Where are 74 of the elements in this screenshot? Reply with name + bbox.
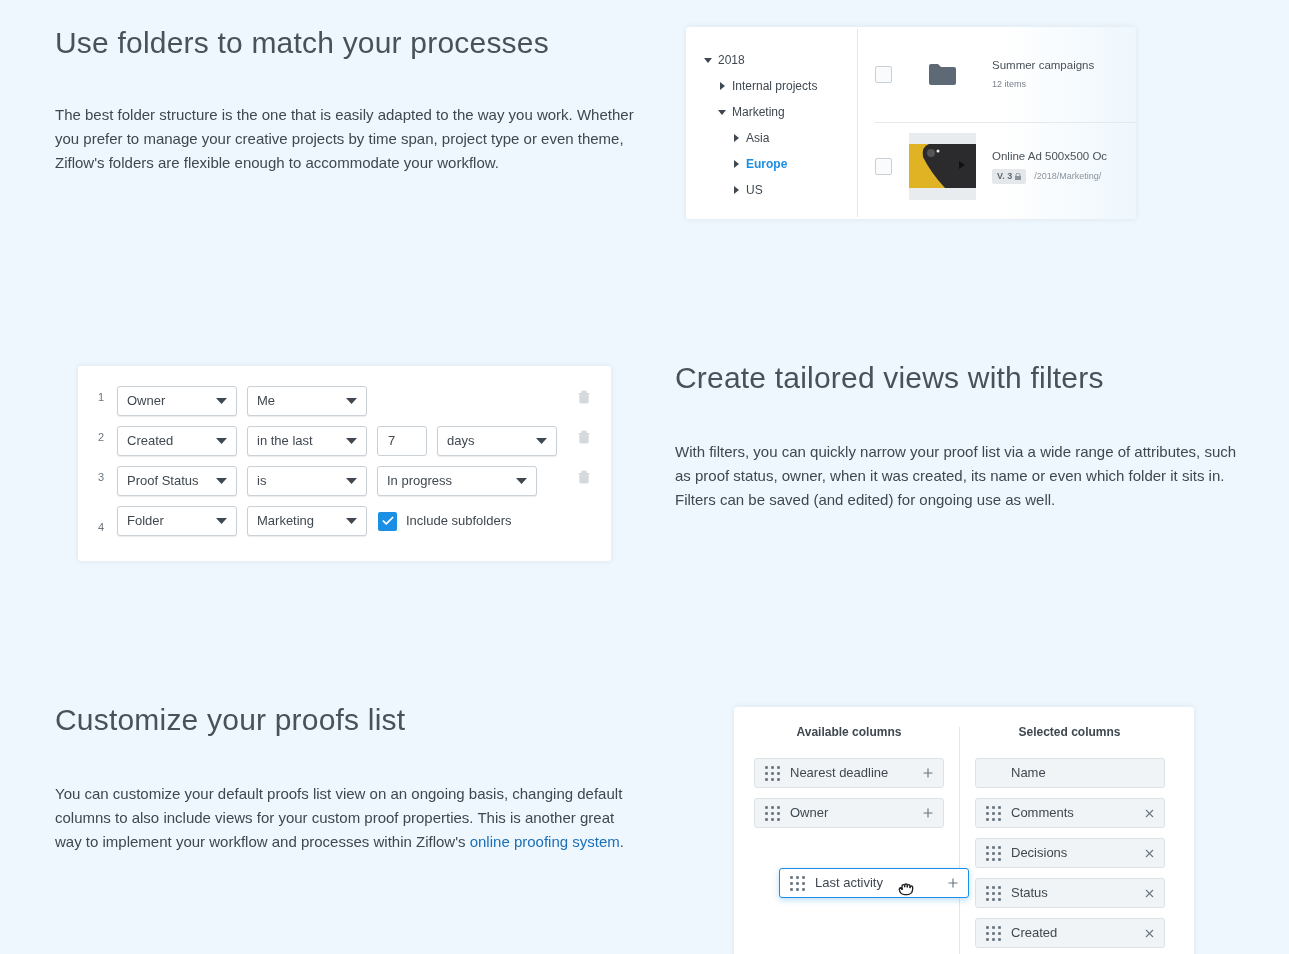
column-chip[interactable]: Status bbox=[975, 878, 1165, 908]
drag-handle-icon[interactable] bbox=[986, 845, 1001, 861]
caret-right-icon[interactable] bbox=[732, 160, 740, 168]
column-chip[interactable]: Decisions bbox=[975, 838, 1165, 868]
column-chip[interactable]: Nearest deadline bbox=[754, 758, 944, 788]
drag-handle-icon[interactable] bbox=[986, 805, 1001, 821]
column-heading: Available columns bbox=[795, 724, 903, 741]
caret-down-icon[interactable] bbox=[718, 108, 726, 116]
column-heading: Selected columns bbox=[1017, 724, 1122, 741]
section-heading: Create tailored views with filters bbox=[675, 360, 1105, 396]
row-number: 1 bbox=[98, 389, 106, 405]
caret-down-icon[interactable] bbox=[704, 56, 712, 64]
caret-down-icon bbox=[216, 518, 227, 524]
caret-down-icon bbox=[216, 478, 227, 484]
lock-icon bbox=[1015, 173, 1022, 181]
folder-icon bbox=[928, 64, 956, 85]
section-heading: Customize your proofs list bbox=[55, 702, 407, 738]
checkbox[interactable] bbox=[875, 157, 892, 175]
row-number: 3 bbox=[98, 469, 106, 485]
caret-down-icon bbox=[536, 438, 547, 444]
section-paragraph: The best folder structure is the one that is easily adapted to the way you work. Whether you prefer to manage your creative projects by time span, project type or even theme, Ziflow's folders are flexible enough to accommodate your workflow. bbox=[55, 105, 635, 173]
item-path: /2018/Marketing/ bbox=[1034, 169, 1102, 183]
column-chip[interactable]: Last activity bbox=[779, 868, 969, 898]
caret-down-icon bbox=[516, 478, 527, 484]
section-paragraph: You can customize your default proofs list view on an ongoing basis, changing default columns to also include views for your custom proof properties. This is another great way to implement your workflow and processes within Ziflow's online proofing system. bbox=[55, 784, 625, 852]
check-icon bbox=[380, 514, 395, 528]
column-chip[interactable]: Name bbox=[975, 758, 1165, 788]
grab-cursor-icon bbox=[898, 880, 914, 896]
drag-handle-icon[interactable] bbox=[986, 925, 1001, 941]
drag-handle-icon[interactable] bbox=[765, 805, 780, 821]
dropdown[interactable]: Owner bbox=[117, 386, 237, 416]
caret-down-icon bbox=[346, 478, 357, 484]
caret-right-icon[interactable] bbox=[732, 134, 740, 142]
dropdown[interactable]: days bbox=[437, 426, 557, 456]
item-count: 12 items bbox=[992, 78, 1027, 92]
column-chip[interactable]: Comments bbox=[975, 798, 1165, 828]
checkbox[interactable] bbox=[378, 511, 397, 531]
row-number: 2 bbox=[98, 429, 106, 445]
tree-item[interactable]: Europe bbox=[746, 155, 788, 173]
dropdown[interactable]: Me bbox=[247, 386, 367, 416]
item-title: Online Ad 500x500 Oc bbox=[992, 148, 1108, 164]
caret-down-icon bbox=[346, 438, 357, 444]
caret-right-icon[interactable] bbox=[732, 186, 740, 194]
tree-item[interactable]: 2018 bbox=[718, 51, 745, 69]
dropdown[interactable]: Folder bbox=[117, 506, 237, 536]
caret-down-icon bbox=[216, 438, 227, 444]
link[interactable]: online proofing system bbox=[469, 833, 620, 850]
dropdown[interactable]: is bbox=[247, 466, 367, 496]
caret-down-icon bbox=[216, 398, 227, 404]
dropdown[interactable]: Marketing bbox=[247, 506, 367, 536]
drag-handle-icon[interactable] bbox=[790, 875, 805, 891]
section-paragraph: With filters, you can quickly narrow your proof list via a wide range of attributes, such as proof status, owner, when it was created, its name or even which folder it sits in. Filters can be saved (and edited) for ongoing use as well. bbox=[675, 442, 1238, 510]
version-badge: V. 3 bbox=[992, 168, 1027, 185]
drag-handle-icon[interactable] bbox=[986, 885, 1001, 901]
checkbox-label: Include subfolders bbox=[406, 512, 512, 531]
tree-item[interactable]: Internal projects bbox=[732, 77, 818, 95]
caret-down-icon bbox=[346, 398, 357, 404]
column-chip[interactable]: Created bbox=[975, 918, 1165, 948]
dropdown[interactable]: Created bbox=[117, 426, 237, 456]
caret-down-icon bbox=[346, 518, 357, 524]
tree-item[interactable]: Asia bbox=[746, 129, 770, 147]
number-field[interactable]: 7 bbox=[377, 426, 427, 456]
dropdown[interactable]: in the last bbox=[247, 426, 367, 456]
tree-item[interactable]: US bbox=[746, 181, 763, 199]
checkbox[interactable] bbox=[875, 66, 892, 83]
dropdown[interactable]: Proof Status bbox=[117, 466, 237, 496]
column-chip[interactable]: Owner bbox=[754, 798, 944, 828]
caret-right-icon[interactable] bbox=[718, 82, 726, 90]
row-number: 4 bbox=[98, 519, 106, 535]
drag-handle-icon[interactable] bbox=[765, 765, 780, 781]
dropdown[interactable]: In progress bbox=[377, 466, 537, 496]
tree-item[interactable]: Marketing bbox=[732, 103, 785, 121]
item-title: Summer campaigns bbox=[992, 58, 1095, 74]
section-heading: Use folders to match your processes bbox=[55, 25, 550, 61]
